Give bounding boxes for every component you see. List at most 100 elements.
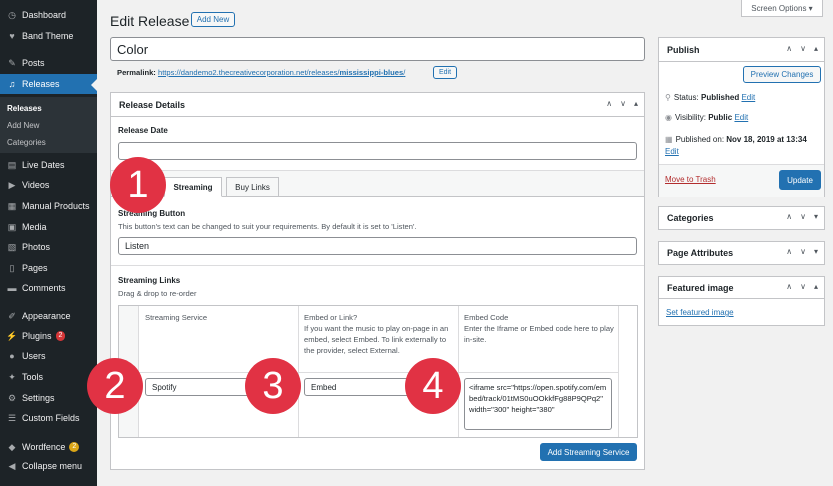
published-value: Nov 18, 2019 at 13:34 <box>726 135 807 144</box>
featured-image-box: Featured image ∧ ∨ ▴ Set featured image <box>658 276 825 326</box>
sidebar-item-settings[interactable]: ⚙ Settings <box>0 388 97 408</box>
row-divider <box>139 372 619 373</box>
col-header-code: Embed Code Enter the Iframe or Embed code… <box>464 312 614 345</box>
sidebar-item-releases[interactable]: ♫ Releases <box>0 74 97 94</box>
sidebar-item-wordfence[interactable]: ◆ Wordfence 2 <box>0 437 97 457</box>
published-label: Published on: <box>675 135 727 144</box>
permalink-slug: mississippi-blues <box>339 68 404 77</box>
preview-changes-button[interactable]: Preview Changes <box>743 66 821 83</box>
custom-fields-icon: ☰ <box>7 412 17 423</box>
permalink-row: Permalink: https://dandemo2.thecreativec… <box>117 68 405 77</box>
sidebar-item-label: Settings <box>22 393 55 403</box>
settings-icon: ⚙ <box>7 392 17 403</box>
permalink-end: / <box>403 68 406 77</box>
tab-streaming[interactable]: Streaming <box>164 177 222 197</box>
move-down-icon[interactable]: ∨ <box>800 44 806 53</box>
divider <box>111 265 644 266</box>
update-button[interactable]: Update <box>779 170 821 190</box>
toggle-panel-icon[interactable]: ▾ <box>814 247 818 256</box>
sidebar-item-tools[interactable]: ✦ Tools <box>0 367 97 387</box>
permalink-edit-button[interactable]: Edit <box>433 66 457 79</box>
submenu-item-categories[interactable]: Categories <box>7 138 46 147</box>
move-up-icon[interactable]: ∧ <box>786 282 792 291</box>
embed-title: Embed or Link? <box>304 313 358 322</box>
move-down-icon[interactable]: ∨ <box>800 282 806 291</box>
calendar-icon: ▦ <box>665 135 673 144</box>
featured-image-heading: Featured image <box>667 282 734 293</box>
status-edit-link[interactable]: Edit <box>741 93 755 102</box>
move-up-icon[interactable]: ∧ <box>606 99 612 108</box>
set-featured-image-link[interactable]: Set featured image <box>666 308 734 317</box>
sidebar-item-videos[interactable]: ▶ Videos <box>0 175 97 195</box>
add-new-button[interactable]: Add New <box>191 12 235 27</box>
permalink-link[interactable]: https://dandemo2.thecreativecorporation.… <box>158 68 405 77</box>
release-date-input[interactable] <box>118 142 637 160</box>
move-down-icon[interactable]: ∨ <box>800 212 806 221</box>
toggle-panel-icon[interactable]: ▴ <box>634 99 638 108</box>
streaming-links-label: Streaming Links <box>118 276 181 285</box>
toggle-panel-icon[interactable]: ▴ <box>814 44 818 53</box>
sidebar-item-users[interactable]: ● Users <box>0 346 97 366</box>
pin-icon: ✎ <box>8 57 16 68</box>
submenu-item-add-new[interactable]: Add New <box>7 121 39 130</box>
toggle-panel-icon[interactable]: ▾ <box>814 212 818 221</box>
sidebar-item-label: Plugins <box>22 331 52 341</box>
move-down-icon[interactable]: ∨ <box>620 99 626 108</box>
comments-icon: ▬ <box>7 283 17 293</box>
releases-submenu: Releases Add New Categories <box>0 97 97 153</box>
sidebar-item-plugins[interactable]: ⚡ Plugins 2 <box>0 326 97 346</box>
code-desc: Enter the Iframe or Embed code here to p… <box>464 324 614 344</box>
sidebar-item-label: Appearance <box>22 311 71 321</box>
post-title-input[interactable]: Color <box>110 37 645 61</box>
callout-3: 3 <box>245 358 301 414</box>
visibility-edit-link[interactable]: Edit <box>734 113 748 122</box>
sidebar-item-label: Tools <box>22 372 44 382</box>
users-icon: ● <box>9 351 15 361</box>
published-edit-link[interactable]: Edit <box>665 147 679 156</box>
sidebar-item-collapse-menu[interactable]: ◀ Collapse menu <box>0 456 97 476</box>
sidebar-item-custom-fields[interactable]: ☰ Custom Fields <box>0 408 97 428</box>
streaming-button-input[interactable]: Listen <box>118 237 637 255</box>
sidebar-item-pages[interactable]: ▯ Pages <box>0 258 97 278</box>
publish-actions: Move to Trash Update <box>659 164 824 197</box>
status-value: Published <box>700 93 740 102</box>
move-down-icon[interactable]: ∨ <box>800 247 806 256</box>
screen-options-button[interactable]: Screen Options ▾ <box>741 0 823 17</box>
sidebar-item-appearance[interactable]: ✐ Appearance <box>0 306 97 326</box>
sidebar-item-posts[interactable]: ✎ Posts <box>0 53 97 73</box>
sidebar-item-live-dates[interactable]: ▤ Live Dates <box>0 155 97 175</box>
sidebar-item-photos[interactable]: ▧ Photos <box>0 237 97 257</box>
toggle-panel-icon[interactable]: ▴ <box>814 282 818 291</box>
move-up-icon[interactable]: ∧ <box>786 212 792 221</box>
sidebar-item-dashboard[interactable]: ◷ Dashboard <box>0 5 97 25</box>
move-to-trash-link[interactable]: Move to Trash <box>665 175 716 184</box>
page-attributes-box: Page Attributes ∧ ∨ ▾ <box>658 241 825 265</box>
plugins-icon: ⚡ <box>6 330 18 341</box>
move-up-icon[interactable]: ∧ <box>786 247 792 256</box>
sidebar-item-label: Media <box>22 222 47 232</box>
sidebar-item-manual-products[interactable]: ▦ Manual Products <box>0 196 97 216</box>
sidebar-item-label: Band Theme <box>22 31 74 41</box>
dashboard-icon: ◷ <box>8 9 16 20</box>
col-header-embed: Embed or Link? If you want the music to p… <box>304 312 454 356</box>
published-row: ▦ Published on: Nov 18, 2019 at 13:34 Edit <box>665 134 823 158</box>
move-up-icon[interactable]: ∧ <box>786 44 792 53</box>
release-details-heading: Release Details <box>119 99 186 110</box>
appearance-icon: ✐ <box>8 310 16 321</box>
sidebar-item-band-theme[interactable]: ♥ Band Theme <box>0 26 97 46</box>
publish-box: Publish ∧ ∨ ▴ Preview Changes ⚲ Status: P… <box>658 37 825 197</box>
add-streaming-service-button[interactable]: Add Streaming Service <box>540 443 637 461</box>
sidebar-item-media[interactable]: ▣ Media <box>0 217 97 237</box>
embed-code-textarea[interactable]: <iframe src="https://open.spotify.com/em… <box>464 378 612 430</box>
tab-buy-links[interactable]: Buy Links <box>226 177 279 197</box>
video-icon: ▶ <box>8 179 16 190</box>
music-icon: ♫ <box>8 79 16 89</box>
submenu-item-releases[interactable]: Releases <box>7 104 42 113</box>
sidebar-item-label: Comments <box>22 283 66 293</box>
sidebar-item-comments[interactable]: ▬ Comments <box>0 278 97 298</box>
sidebar-item-label: Custom Fields <box>22 413 80 423</box>
pin-icon: ⚲ <box>665 93 671 102</box>
streaming-links-table: Streaming Service Embed or Link? If you w… <box>118 305 638 438</box>
eye-icon: ◉ <box>665 113 672 122</box>
media-icon: ▣ <box>7 221 17 232</box>
